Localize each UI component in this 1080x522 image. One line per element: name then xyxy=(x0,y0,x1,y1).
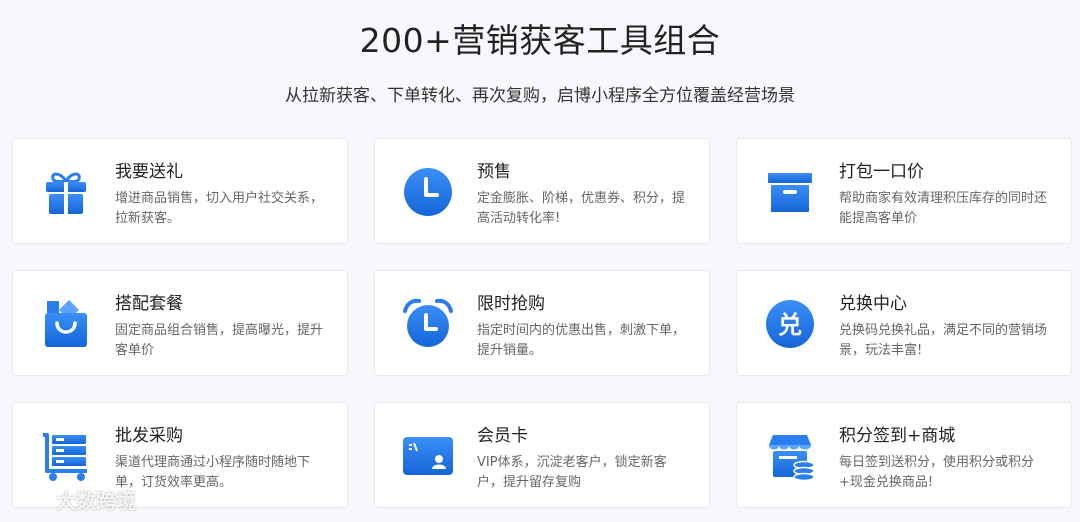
watermark: 大数跨境 xyxy=(14,485,136,514)
feature-grid: 我要送礼 增进商品销售，切入用户社交关系，拉新获客。 预售 定金膨胀、阶梯，优惠… xyxy=(12,138,1072,508)
card-description: 定金膨胀、阶梯，优惠券、积分，提高活动转化率! xyxy=(477,191,686,226)
card-description: 兑换码兑换礼品，满足不同的营销场景，玩法丰富! xyxy=(839,323,1048,358)
card-title: 限时抢购 xyxy=(477,294,545,314)
feature-card-combo[interactable]: 搭配套餐 固定商品组合销售，提高曝光，提升客单价 xyxy=(12,270,348,376)
shopping-bag-icon xyxy=(39,297,93,351)
card-title: 我要送礼 xyxy=(115,162,183,182)
page-subtitle: 从拉新获客、下单转化、再次复购，启博小程序全方位覆盖经营场景 xyxy=(285,86,795,106)
card-title: 预售 xyxy=(477,162,511,182)
page-title: 200+营销获客工具组合 xyxy=(359,21,721,60)
watermark-text: 大数跨境 xyxy=(56,489,136,513)
cart-icon xyxy=(39,429,93,483)
card-title: 批发采购 xyxy=(115,426,183,446)
feature-card-redeem-center[interactable]: 兑 兑换中心 兑换码兑换礼品，满足不同的营销场景，玩法丰富! xyxy=(736,270,1072,376)
feature-card-presale[interactable]: 预售 定金膨胀、阶梯，优惠券、积分，提高活动转化率! xyxy=(374,138,710,244)
store-coins-icon xyxy=(763,429,817,483)
card-description: 渠道代理商通过小程序随时随地下单，订货效率更高。 xyxy=(115,455,311,490)
member-card-icon xyxy=(401,429,455,483)
gift-icon xyxy=(39,165,93,219)
card-title: 积分签到+商城 xyxy=(839,426,956,446)
card-title: 打包一口价 xyxy=(839,162,924,182)
watermark-logo-icon xyxy=(14,485,50,514)
feature-card-bundle-price[interactable]: 打包一口价 帮助商家有效清理积压库存的同时还能提高客单价 xyxy=(736,138,1072,244)
exchange-icon: 兑 xyxy=(763,297,817,351)
feature-card-membership[interactable]: 会员卡 VIP体系，沉淀老客户，锁定新客户，提升留存复购 xyxy=(374,402,710,508)
card-description: 指定时间内的优惠出售，刺激下单，提升销量。 xyxy=(477,323,686,358)
card-description: 增进商品销售，切入用户社交关系，拉新获客。 xyxy=(115,191,324,226)
feature-card-gift[interactable]: 我要送礼 增进商品销售，切入用户社交关系，拉新获客。 xyxy=(12,138,348,244)
feature-card-flash-sale[interactable]: 限时抢购 指定时间内的优惠出售，刺激下单，提升销量。 xyxy=(374,270,710,376)
svg-text:兑: 兑 xyxy=(778,311,802,339)
alarm-clock-icon xyxy=(401,297,455,351)
card-description: 固定商品组合销售，提高曝光，提升客单价 xyxy=(115,323,324,358)
box-icon xyxy=(763,165,817,219)
card-description: 每日签到送积分，使用积分或积分+现金兑换商品! xyxy=(839,455,1035,490)
feature-card-points-checkin[interactable]: 积分签到+商城 每日签到送积分，使用积分或积分+现金兑换商品! xyxy=(736,402,1072,508)
header: 200+营销获客工具组合 从拉新获客、下单转化、再次复购，启博小程序全方位覆盖经… xyxy=(0,0,1080,108)
card-description: VIP体系，沉淀老客户，锁定新客户，提升留存复购 xyxy=(477,455,667,490)
card-title: 兑换中心 xyxy=(839,294,907,314)
clock-icon xyxy=(401,165,455,219)
card-title: 会员卡 xyxy=(477,426,528,446)
card-description: 帮助商家有效清理积压库存的同时还能提高客单价 xyxy=(839,191,1048,226)
card-title: 搭配套餐 xyxy=(115,294,183,314)
